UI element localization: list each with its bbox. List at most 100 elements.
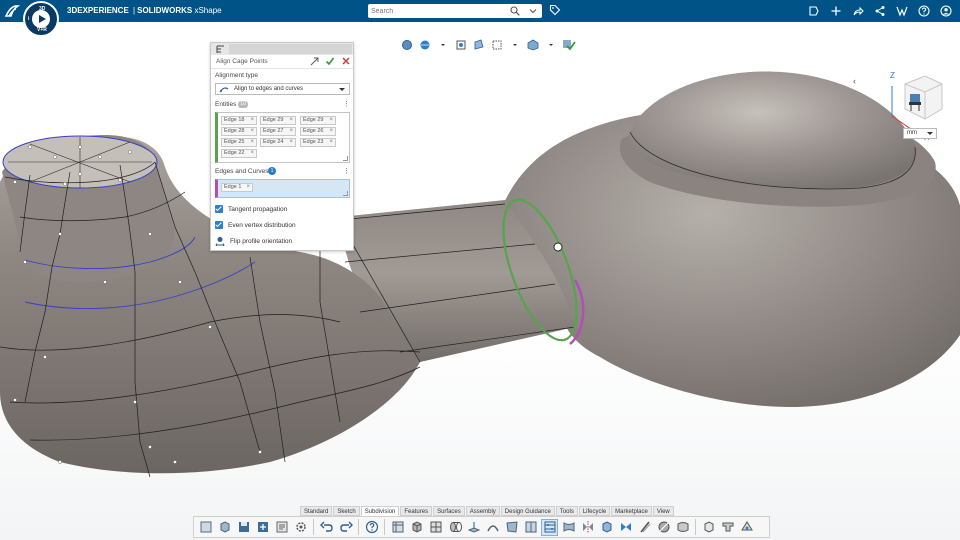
- dome-shape[interactable]: [628, 71, 916, 189]
- remove-icon[interactable]: ×: [289, 128, 293, 135]
- tab-view[interactable]: View: [652, 506, 674, 516]
- share-feedback-icon[interactable]: [806, 3, 822, 19]
- 3d-viewport[interactable]: Z X ‹ mm ›: [0, 22, 960, 540]
- profile-icon[interactable]: [938, 3, 954, 19]
- entities-menu-icon[interactable]: ⋮: [343, 101, 350, 109]
- tab-standard[interactable]: Standard: [300, 506, 333, 516]
- help-icon[interactable]: [363, 519, 380, 536]
- tangent-propagation-checkbox[interactable]: [215, 205, 223, 213]
- expand-panel-icon[interactable]: ›: [2, 265, 10, 275]
- entity-chip[interactable]: Edge 26 ×: [300, 127, 336, 136]
- ok-check-icon[interactable]: [325, 56, 335, 66]
- entity-chip[interactable]: Edge 24 ×: [260, 138, 296, 147]
- symmetry-icon[interactable]: [617, 519, 634, 536]
- display-style-icon[interactable]: [400, 39, 414, 51]
- tab-lifecycle[interactable]: Lifecycle: [578, 506, 611, 516]
- model-scene[interactable]: [0, 22, 960, 540]
- search-icon[interactable]: [510, 6, 520, 16]
- section-view-icon[interactable]: [472, 39, 486, 51]
- tab-sketch[interactable]: Sketch: [333, 506, 360, 516]
- extrude-icon[interactable]: [465, 519, 482, 536]
- measure-icon[interactable]: [719, 519, 736, 536]
- align-cage-points-icon[interactable]: [541, 518, 558, 536]
- subdivision-panel-icon[interactable]: [389, 519, 406, 536]
- chevron-down-icon[interactable]: [527, 5, 539, 17]
- dialog-grip[interactable]: [211, 43, 353, 55]
- compass-icon[interactable]: 3D V+R i: [23, 1, 59, 37]
- entities-selection-box[interactable]: Edge 18 × Edge 29 × Edge 29 × Edge 28 × Edge…: [215, 112, 350, 163]
- help-icon[interactable]: [916, 3, 932, 19]
- save-as-icon[interactable]: [254, 519, 271, 536]
- entity-chip[interactable]: Edge 28 ×: [221, 127, 257, 136]
- edges-menu-icon[interactable]: ⋮: [343, 168, 350, 176]
- cage-point-handle[interactable]: [553, 242, 563, 252]
- plane-mesh-icon[interactable]: [427, 519, 444, 536]
- resize-handle[interactable]: [343, 156, 348, 161]
- save-icon[interactable]: [235, 519, 252, 536]
- chevron-down-icon[interactable]: [436, 39, 450, 51]
- tab-assembly[interactable]: Assembly: [465, 506, 500, 516]
- chevron-left-icon[interactable]: ‹: [853, 76, 863, 86]
- flip-orientation-option[interactable]: Flip profile orientation: [215, 236, 292, 246]
- subdivide-face-icon[interactable]: [522, 519, 539, 536]
- settings-gear-icon[interactable]: [292, 519, 309, 536]
- freeze-icon[interactable]: [655, 519, 672, 536]
- remove-icon[interactable]: ×: [329, 128, 333, 135]
- sphere-render-icon[interactable]: [418, 39, 432, 51]
- close-icon[interactable]: [341, 56, 351, 66]
- bridge-icon[interactable]: [484, 519, 501, 536]
- alignment-type-dropdown[interactable]: Align to edges and curves: [215, 83, 350, 95]
- entity-chip[interactable]: Edge 25 ×: [221, 138, 257, 147]
- feature-tree-icon[interactable]: [216, 45, 225, 54]
- view-orientation-icon[interactable]: [526, 39, 540, 51]
- fill-face-icon[interactable]: [503, 519, 520, 536]
- search-input[interactable]: [371, 5, 501, 17]
- remove-icon[interactable]: ×: [250, 150, 254, 157]
- primitive-cube-icon[interactable]: [408, 519, 425, 536]
- share-icon[interactable]: [850, 3, 866, 19]
- mirror-icon[interactable]: [579, 519, 596, 536]
- tangent-propagation-option[interactable]: Tangent propagation: [215, 204, 287, 214]
- chevron-down-icon[interactable]: [508, 39, 522, 51]
- crease-icon[interactable]: [636, 519, 653, 536]
- dialog-drag-handle[interactable]: [229, 44, 352, 54]
- select-box-icon[interactable]: [490, 39, 504, 51]
- part-icon[interactable]: [700, 519, 717, 536]
- remove-icon[interactable]: ×: [250, 139, 254, 146]
- remove-icon[interactable]: ×: [246, 184, 250, 191]
- dassault-logo-icon[interactable]: [4, 3, 20, 19]
- loft-icon[interactable]: [560, 519, 577, 536]
- even-vertex-checkbox[interactable]: [215, 221, 223, 229]
- entity-chip[interactable]: Edge 29 ×: [300, 116, 336, 125]
- undo-icon[interactable]: [318, 519, 335, 536]
- edge-chip[interactable]: Edge 1 ×: [221, 183, 253, 192]
- resize-handle[interactable]: [343, 191, 348, 196]
- units-select[interactable]: mm: [903, 128, 937, 139]
- even-vertex-option[interactable]: Even vertex distribution: [215, 220, 296, 230]
- box-select-icon[interactable]: [598, 519, 615, 536]
- tab-tools[interactable]: Tools: [555, 506, 578, 516]
- tab-features[interactable]: Features: [400, 506, 433, 516]
- redo-icon[interactable]: [337, 519, 354, 536]
- new-part-icon[interactable]: [216, 519, 233, 536]
- remove-icon[interactable]: ×: [329, 139, 333, 146]
- properties-icon[interactable]: [273, 519, 290, 536]
- remove-icon[interactable]: ×: [250, 128, 254, 135]
- analysis-icon[interactable]: [738, 519, 755, 536]
- collapse-icon[interactable]: [310, 57, 319, 66]
- tab-marketplace[interactable]: Marketplace: [611, 506, 652, 516]
- product-structure-icon[interactable]: [197, 519, 214, 536]
- remove-icon[interactable]: ×: [289, 139, 293, 146]
- social-icon[interactable]: [894, 3, 910, 19]
- remove-icon[interactable]: ×: [250, 117, 254, 124]
- chevron-down-icon[interactable]: [544, 39, 558, 51]
- accept-feature-icon[interactable]: [562, 39, 576, 51]
- tag-icon[interactable]: [549, 4, 561, 16]
- entity-chip[interactable]: Edge 18 ×: [221, 116, 257, 125]
- edges-selection-box[interactable]: Edge 1 ×: [215, 179, 350, 198]
- remove-icon[interactable]: ×: [329, 117, 333, 124]
- zoom-fit-icon[interactable]: [454, 39, 468, 51]
- add-icon[interactable]: [828, 3, 844, 19]
- convert-icon[interactable]: [674, 519, 691, 536]
- entity-chip[interactable]: Edge 22 ×: [221, 149, 257, 158]
